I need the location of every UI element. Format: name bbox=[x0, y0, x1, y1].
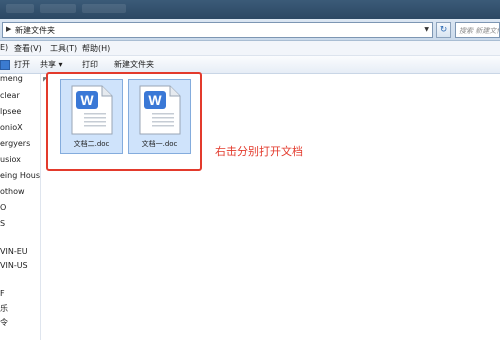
titlebar-blur-3 bbox=[82, 4, 126, 13]
menu-bar: E) 查看(V) 工具(T) 帮助(H) bbox=[0, 41, 500, 56]
address-row: ▶ 新建文件夹 ▼ ↻ 搜索 新建文件夹 bbox=[0, 19, 500, 41]
nav-item[interactable]: othow bbox=[0, 187, 25, 196]
nav-item[interactable]: onioX bbox=[0, 123, 23, 132]
share-button[interactable]: 共享 ▾ bbox=[40, 59, 63, 70]
nav-item[interactable]: O bbox=[0, 203, 6, 212]
nav-item[interactable]: 令 bbox=[0, 317, 8, 328]
address-dropdown-icon[interactable]: ▼ bbox=[424, 26, 429, 33]
nav-item[interactable]: 乐 bbox=[0, 303, 8, 314]
breadcrumb-arrow-icon[interactable]: ▶ bbox=[6, 25, 11, 33]
open-app-icon[interactable] bbox=[0, 60, 10, 70]
nav-item[interactable]: eing House bbox=[0, 171, 40, 180]
nav-item[interactable]: VIN-US bbox=[0, 261, 28, 270]
titlebar-blur-1 bbox=[6, 4, 34, 13]
nav-item[interactable]: VIN-EU bbox=[0, 247, 28, 256]
address-path[interactable]: 新建文件夹 bbox=[15, 25, 55, 36]
nav-item[interactable]: usiox bbox=[0, 155, 21, 164]
new-folder-button[interactable]: 新建文件夹 bbox=[114, 59, 154, 70]
titlebar-blur-2 bbox=[40, 4, 76, 13]
window-titlebar bbox=[0, 0, 500, 19]
nav-item[interactable]: ergyers bbox=[0, 139, 30, 148]
nav-item[interactable]: S bbox=[0, 219, 5, 228]
open-button[interactable]: 打开 bbox=[14, 59, 30, 70]
menu-edit[interactable]: E) bbox=[0, 43, 8, 52]
annotation-text: 右击分别打开文档 bbox=[215, 145, 303, 158]
nav-item[interactable]: meng bbox=[0, 74, 23, 83]
nav-item[interactable]: lpsee bbox=[0, 107, 21, 116]
nav-item[interactable]: F bbox=[0, 289, 5, 298]
menu-view[interactable]: 查看(V) bbox=[14, 43, 42, 54]
search-input[interactable]: 搜索 新建文件夹 bbox=[455, 22, 500, 38]
refresh-button[interactable]: ↻ bbox=[436, 22, 451, 38]
nav-item[interactable]: clear bbox=[0, 91, 20, 100]
print-button[interactable]: 打印 bbox=[82, 59, 98, 70]
menu-tools[interactable]: 工具(T) bbox=[50, 43, 77, 54]
address-bar[interactable]: ▶ 新建文件夹 ▼ bbox=[2, 22, 433, 38]
navigation-pane: meng clear lpsee onioX ergyers usiox ein… bbox=[0, 74, 41, 340]
highlight-box bbox=[46, 72, 202, 171]
menu-help[interactable]: 帮助(H) bbox=[82, 43, 110, 54]
